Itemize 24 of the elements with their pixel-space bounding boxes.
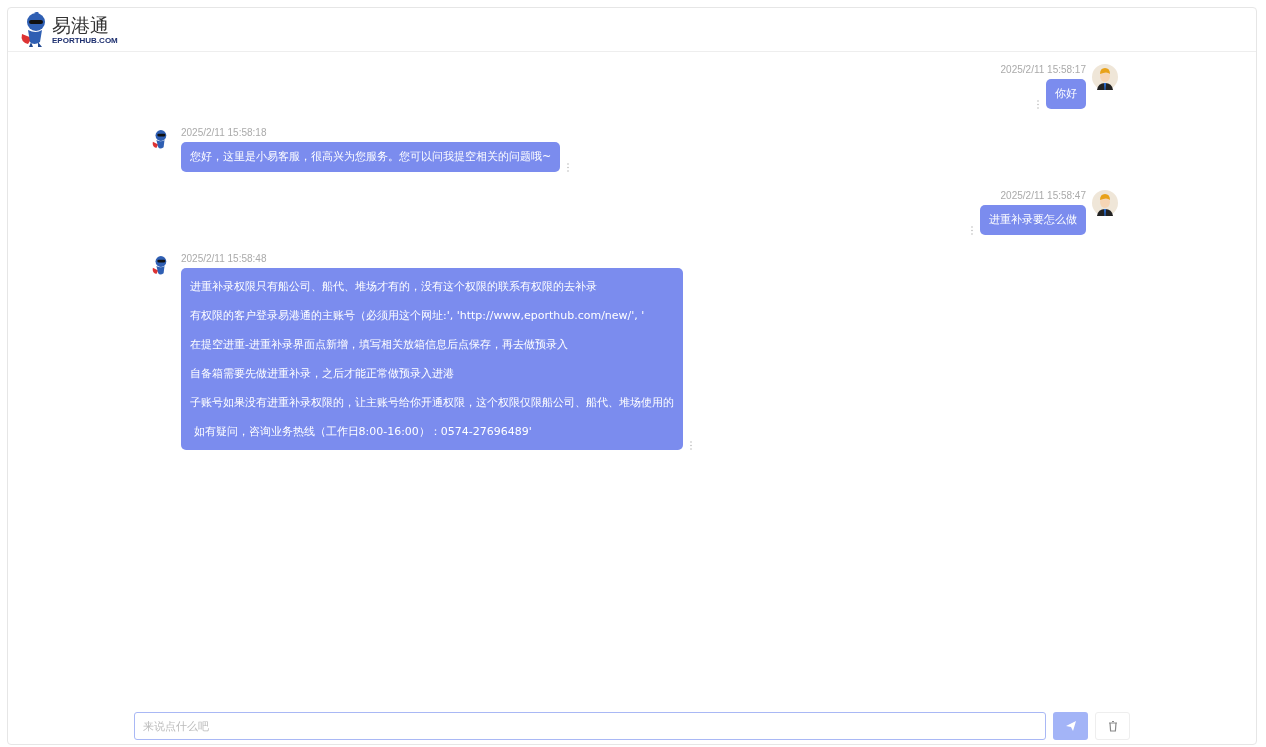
message-text: 有权限的客户登录易港通的主账号（必须用这个网址:', 'http://www,eporthub.com/new/', ' [190, 308, 646, 324]
message-time: 2025/2/11 15:58:47 [1000, 190, 1086, 201]
mascot-avatar-icon [151, 255, 169, 277]
message-time: 2025/2/11 15:58:18 [181, 127, 268, 138]
message-input[interactable]: 来说点什么吧 [134, 712, 1046, 740]
message-text: 子账号如果没有进重补录权限的，让主账号给你开通权限，这个权限仅限船公司、船代、堆场使用的 [190, 395, 674, 411]
message-text: 你好 [1055, 86, 1077, 102]
message-text: 您好，这里是小易客服，很高兴为您服务。您可以问我提空相关的问题哦~ [190, 149, 552, 165]
trash-icon [1106, 720, 1119, 732]
message-text: 如有疑问，咨询业务热线（工作日8:00-16:00）：0574-27696489' [192, 424, 533, 440]
send-button[interactable] [1053, 712, 1088, 740]
logo-subtext: EPORTHUB.COM [52, 36, 118, 45]
user-avatar-icon [1092, 190, 1118, 216]
clear-button[interactable] [1095, 712, 1130, 740]
user-avatar-icon [1092, 64, 1118, 90]
message-time: 2025/2/11 15:58:17 [1000, 64, 1086, 75]
message-time: 2025/2/11 15:58:48 [181, 253, 268, 264]
message-text: 进重补录权限只有船公司、船代、堆场才有的，没有这个权限的联系有权限的去补录 [190, 279, 598, 295]
message-text: 在提空进重-进重补录界面点新增，填写相关放箱信息后点保存，再去做预录入 [190, 337, 569, 353]
message-text: 进重补录要怎么做 [989, 212, 1077, 228]
logo-text: 易港通 [52, 14, 110, 36]
send-icon [1064, 720, 1077, 732]
message-text: 自备箱需要先做进重补录，之后才能正常做预录入进港 [190, 366, 455, 382]
mascot-avatar-icon [151, 129, 169, 151]
